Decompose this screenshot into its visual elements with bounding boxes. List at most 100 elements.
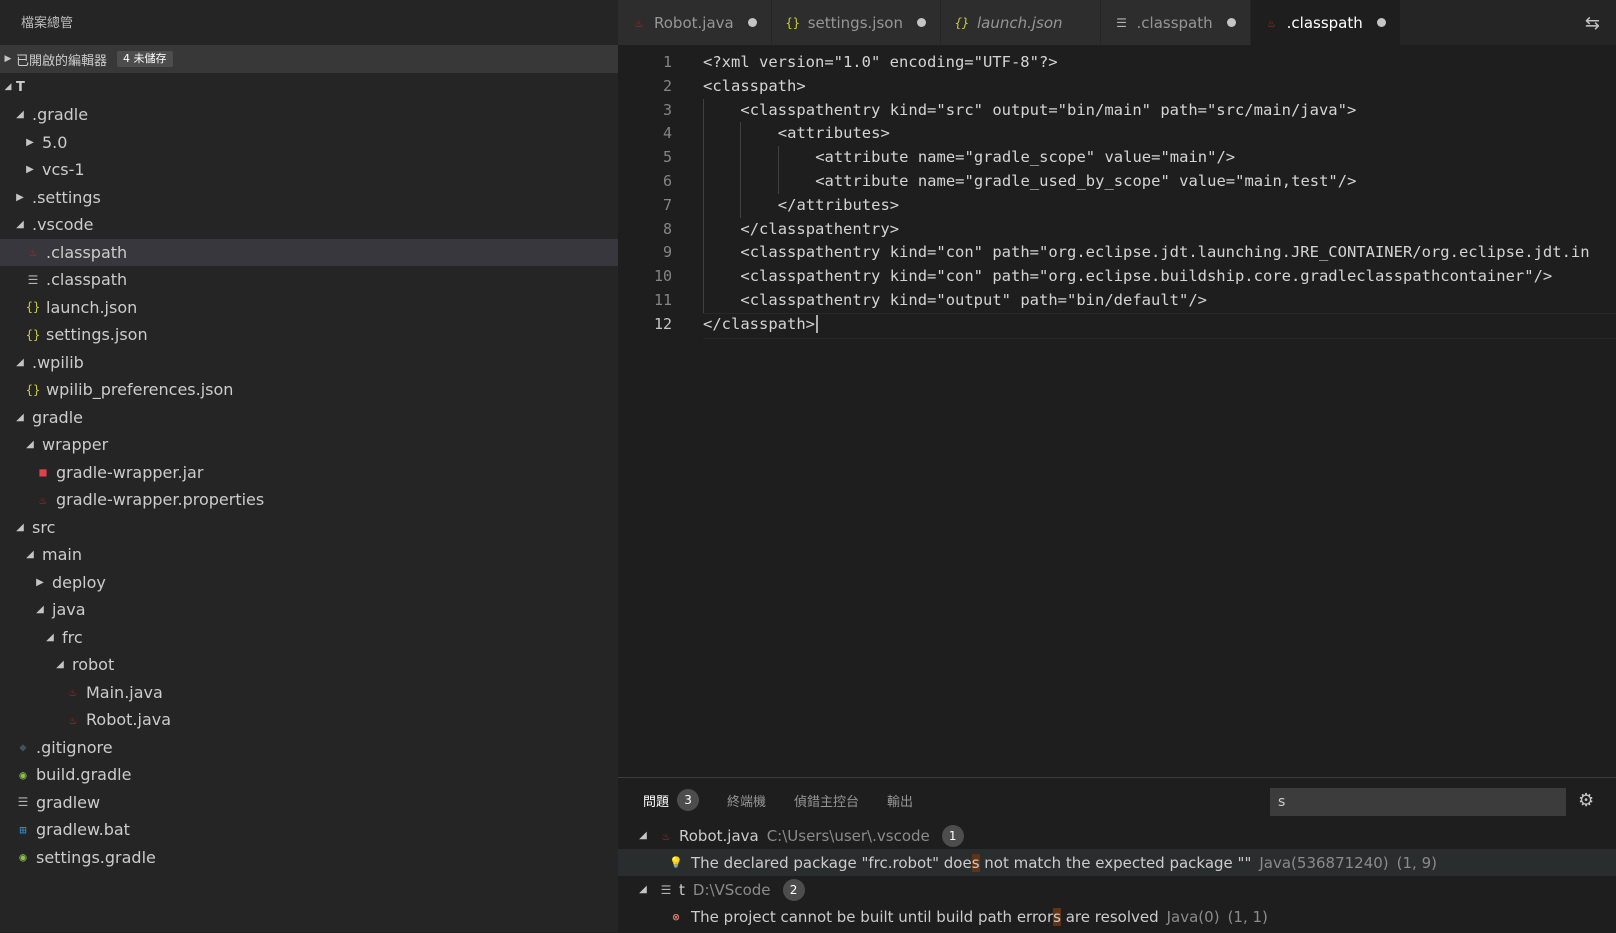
line-number: 6 xyxy=(662,172,672,190)
tree-item-label: Robot.java xyxy=(86,710,172,730)
tree-item-label: .classpath xyxy=(46,270,128,290)
tree-item[interactable]: ◢ src xyxy=(0,514,618,542)
code-editor[interactable]: 1 <?xml version="1.0" encoding="UTF-8"?> 2… xyxy=(618,45,1616,777)
tree-item[interactable]: ◉ settings.gradle xyxy=(0,844,618,872)
tree-item[interactable]: ♨ Robot.java xyxy=(0,706,618,734)
chevron-down-icon: ◢ xyxy=(639,830,647,841)
folder-section[interactable]: ◢ T xyxy=(0,73,618,101)
code-line: <classpathentry kind="con" path="org.ecl… xyxy=(740,265,1552,289)
editor-tab[interactable]: ♨ Robot.java xyxy=(618,0,772,45)
editor-tab[interactable]: {} launch.json xyxy=(940,0,1101,45)
indent-guide xyxy=(740,170,742,194)
editor-tab[interactable]: {} settings.json xyxy=(771,0,941,45)
code-text: <attribute name="gradle_used_by_scope" v… xyxy=(815,172,1357,190)
tree-item[interactable]: ♨ .classpath xyxy=(0,238,618,266)
tree-item[interactable]: {} wpilib_preferences.json xyxy=(0,376,618,404)
text-lines-icon: ☰ xyxy=(660,882,672,897)
tree-item[interactable]: {} launch.json xyxy=(0,294,618,322)
problem-group[interactable]: ◢ ♨ Robot.java C:\Users\user\.vscode 1 xyxy=(618,822,1616,849)
tree-item[interactable]: ♨ gradle-wrapper.properties xyxy=(0,486,618,514)
indent-guide xyxy=(703,289,704,313)
open-editors-section[interactable]: ▶ 已開啟的編輯器 4 未儲存 xyxy=(0,45,618,73)
java-icon: ♨ xyxy=(662,828,670,843)
code-line: </classpath> xyxy=(703,313,818,337)
line-number: 8 xyxy=(662,219,672,238)
chevron-down-icon: ◢ xyxy=(46,631,54,643)
lightbulb-icon: 💡 xyxy=(669,856,683,869)
line-number: 10 xyxy=(653,267,672,286)
line-number: 11 xyxy=(653,291,672,309)
panel-tab[interactable]: 問題 3 xyxy=(643,789,700,811)
unsaved-dot-icon[interactable] xyxy=(1376,18,1386,27)
indent-guide xyxy=(703,98,704,123)
gear-icon[interactable]: ⚙ xyxy=(1578,790,1594,811)
chevron-down-icon: ◢ xyxy=(16,109,24,121)
split-editor-icon[interactable]: ⇆ xyxy=(1585,13,1600,34)
panel-tab[interactable]: 終端機 xyxy=(727,791,766,810)
panel-tab[interactable]: 輸出 xyxy=(887,791,913,810)
tree-item[interactable]: ♨ Main.java xyxy=(0,679,618,707)
editor-tab[interactable]: ☰ .classpath xyxy=(1100,0,1251,45)
line-number: 5 xyxy=(662,148,672,167)
problem-message-rest: not match the expected package "" xyxy=(979,853,1252,872)
code-line: <classpathentry kind="con" path="org.ecl… xyxy=(740,241,1589,265)
problem-count-badge: 3 xyxy=(677,789,700,811)
text-cursor xyxy=(815,315,818,334)
tree-item[interactable]: ◢ main xyxy=(0,541,618,569)
problem-position: (1, 1) xyxy=(1227,907,1268,926)
jar-file-icon: ■ xyxy=(39,465,47,480)
tree-item[interactable]: {} settings.json xyxy=(0,321,618,349)
tree-item[interactable]: ▶ .settings xyxy=(0,184,618,212)
tree-item[interactable]: ▶ vcs-1 xyxy=(0,156,618,184)
panel-tab-label: 問題 xyxy=(643,794,670,810)
problems-filter-input[interactable]: s xyxy=(1270,788,1566,816)
explorer-title: 檔案總管 xyxy=(21,16,74,31)
tree-item[interactable]: ◢ gradle xyxy=(0,404,618,432)
text-lines-icon: ☰ xyxy=(1116,15,1127,30)
code-text: </classpathentry> xyxy=(740,219,900,238)
text-lines-icon: ☰ xyxy=(27,272,39,287)
problem-message: The declared package "frc.robot" doe xyxy=(691,853,972,872)
chevron-down-icon: ◢ xyxy=(16,521,24,533)
problem-source: Java(0) xyxy=(1166,907,1220,926)
tree-item[interactable]: ⊞ gradlew.bat xyxy=(0,816,618,844)
open-editors-label: 已開啟的編輯器 xyxy=(16,53,108,69)
tree-item-label: src xyxy=(32,517,56,537)
tree-item[interactable]: ◢ java xyxy=(0,596,618,624)
unsaved-dot-icon[interactable] xyxy=(1226,18,1236,27)
tree-item[interactable]: ☰ gradlew xyxy=(0,789,618,817)
tree-item[interactable]: ◢ frc xyxy=(0,624,618,652)
tree-item[interactable]: ◢ .gradle xyxy=(0,101,618,129)
indent-guide xyxy=(777,170,779,194)
unsaved-dot-icon[interactable] xyxy=(747,18,757,27)
tree-item[interactable]: ◢ robot xyxy=(0,651,618,679)
tree-item[interactable]: ■ gradle-wrapper.jar xyxy=(0,459,618,487)
tree-item-label: .gitignore xyxy=(36,737,113,757)
problem-group-count: 2 xyxy=(782,878,805,901)
tree-item[interactable]: ◢ .wpilib xyxy=(0,349,618,377)
problem-source: Java(536871240) xyxy=(1259,853,1389,872)
problem-item[interactable]: 💡 The declared package "frc.robot" doe s n… xyxy=(618,849,1616,876)
code-text: <classpathentry kind="con" path="org.ecl… xyxy=(740,267,1553,286)
tree-item-label: gradle xyxy=(32,407,83,427)
problem-item[interactable]: ⊗ The project cannot be built until build… xyxy=(618,903,1616,930)
panel-tab[interactable]: 偵錯主控台 xyxy=(794,791,859,810)
code-line: </classpathentry> xyxy=(740,218,899,242)
problem-group[interactable]: ◢ ☰ t D:\VScode 2 xyxy=(618,876,1616,903)
tree-item[interactable]: ☰ .classpath xyxy=(0,266,618,294)
tree-item[interactable]: ◆ .gitignore xyxy=(0,734,618,762)
tree-item[interactable]: ▶ deploy xyxy=(0,569,618,597)
chevron-down-icon: ◢ xyxy=(16,356,24,368)
editor-tab[interactable]: ♨ .classpath xyxy=(1250,0,1401,45)
tree-item[interactable]: ◉ build.gradle xyxy=(0,761,618,789)
tree-item[interactable]: ▶ 5.0 xyxy=(0,129,618,157)
tab-label: settings.json xyxy=(807,13,903,32)
json-braces-icon: {} xyxy=(25,327,41,342)
tree-item[interactable]: ◢ wrapper xyxy=(0,431,618,459)
text-lines-icon: ☰ xyxy=(17,795,29,810)
unsaved-dot-icon[interactable] xyxy=(916,18,926,27)
unsaved-badge: 4 未儲存 xyxy=(117,51,173,67)
tab-label: .classpath xyxy=(1136,13,1213,32)
tab-label: launch.json xyxy=(976,13,1063,32)
tree-item[interactable]: ◢ .vscode xyxy=(0,211,618,239)
